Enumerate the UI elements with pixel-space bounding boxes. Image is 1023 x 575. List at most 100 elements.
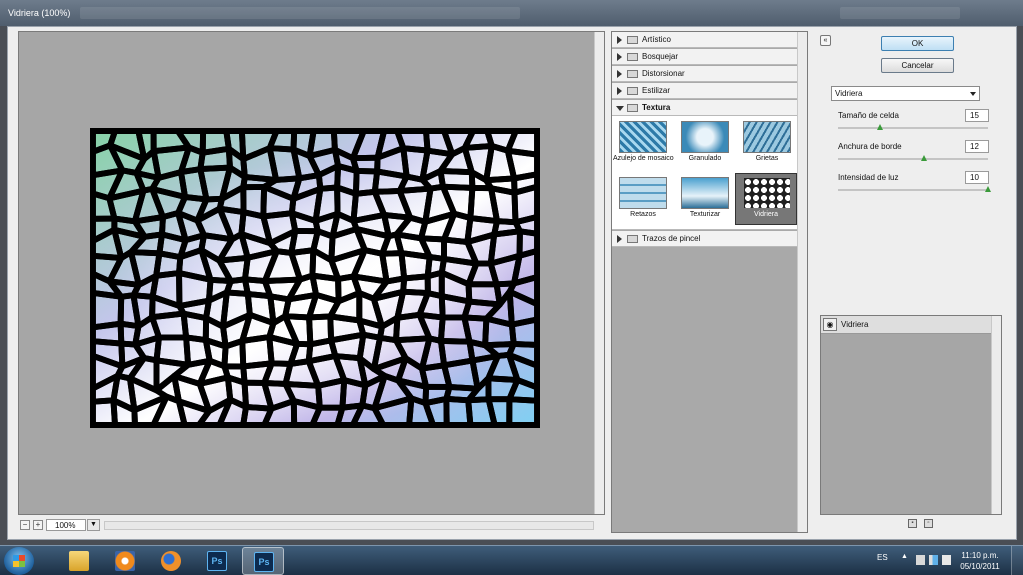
preview-horizontal-scrollbar[interactable] — [104, 521, 594, 530]
category-estilizar[interactable]: Estilizar — [612, 83, 798, 99]
folder-icon — [627, 235, 638, 243]
network-icon[interactable] — [929, 555, 938, 565]
thumbnail-image — [681, 177, 729, 209]
param-value-input[interactable]: 15 — [965, 109, 989, 122]
filter-thumb-azulejo[interactable]: Azulejo de mosaico — [613, 118, 674, 170]
collapse-arrow-icon — [616, 106, 624, 111]
collapse-gallery-button[interactable]: « — [820, 35, 831, 46]
filter-thumb-vidriera[interactable]: Vidriera — [735, 173, 797, 225]
filter-label: Vidriera — [754, 211, 778, 218]
preview-image — [90, 128, 540, 428]
stained-glass-preview — [93, 131, 537, 425]
category-label: Artístico — [642, 35, 671, 44]
volume-icon[interactable] — [942, 555, 951, 565]
expand-arrow-icon — [617, 235, 622, 243]
layers-vertical-scrollbar[interactable] — [991, 316, 1001, 514]
flag-icon[interactable] — [916, 555, 925, 565]
category-label: Estilizar — [642, 86, 671, 95]
filter-gallery: Artístico Bosquejar Distorsionar Estiliz… — [611, 31, 808, 533]
windows-taskbar: Ps Ps ES ▲ 11:10 p.m. 05/10/2011 — [0, 545, 1023, 575]
param-value-input[interactable]: 12 — [965, 140, 989, 153]
expand-arrow-icon — [617, 87, 622, 95]
category-label: Distorsionar — [642, 69, 685, 78]
folder-icon — [69, 551, 89, 571]
param-label: Tamaño de celda — [838, 111, 899, 120]
taskbar-app-photoshop-active[interactable]: Ps — [242, 547, 284, 575]
firefox-icon — [161, 551, 181, 571]
param-slider-track[interactable] — [838, 158, 988, 160]
eye-icon[interactable]: ◉ — [823, 318, 837, 331]
param-label: Intensidad de luz — [838, 173, 899, 182]
taskbar-app-photoshop[interactable]: Ps — [196, 547, 238, 575]
category-artistico[interactable]: Artístico — [612, 32, 798, 48]
effect-layer-row[interactable]: ◉ Vidriera — [821, 316, 991, 334]
param-slider-knob[interactable] — [877, 124, 883, 130]
window-title: Vidriera (100%) — [8, 8, 71, 18]
effect-layer-label: Vidriera — [841, 320, 869, 329]
category-bosquejar[interactable]: Bosquejar — [612, 49, 798, 65]
start-button[interactable] — [4, 547, 34, 575]
thumbnail-image — [681, 121, 729, 153]
folder-icon — [627, 87, 638, 95]
filter-label: Granulado — [688, 155, 722, 162]
media-player-icon — [115, 551, 135, 571]
menubar-ghost-right — [840, 7, 960, 19]
expand-arrow-icon — [617, 70, 622, 78]
thumbnail-image — [743, 177, 791, 209]
photoshop-icon: Ps — [207, 551, 227, 571]
filter-thumb-grietas[interactable]: Grietas — [737, 118, 797, 170]
filter-thumb-granulado[interactable]: Granulado — [675, 118, 735, 170]
filter-select[interactable]: Vidriera — [831, 86, 980, 101]
tray-expand-icon[interactable]: ▲ — [901, 553, 908, 560]
category-distorsionar[interactable]: Distorsionar — [612, 66, 798, 82]
menubar-ghost — [80, 7, 520, 19]
filter-thumb-texturizar[interactable]: Texturizar — [675, 174, 735, 226]
taskbar-app-media-player[interactable] — [104, 547, 146, 575]
new-effect-layer-icon[interactable]: ▪ — [908, 519, 917, 528]
taskbar-app-firefox[interactable] — [150, 547, 192, 575]
filter-label: Grietas — [755, 155, 779, 162]
settings-panel: « OK Cancelar Vidriera Tamaño de celda 1… — [816, 31, 1012, 537]
filter-label: Azulejo de mosaico — [613, 155, 674, 162]
ok-button[interactable]: OK — [881, 36, 954, 51]
taskbar-app-explorer[interactable] — [58, 547, 100, 575]
zoom-bar: − + 100% ▼ — [18, 517, 605, 533]
window-titlebar: Vidriera (100%) — [0, 0, 1023, 26]
chevron-down-icon — [970, 92, 976, 96]
zoom-level-field[interactable]: 100% — [46, 519, 86, 531]
expand-arrow-icon — [617, 36, 622, 44]
category-label: Bosquejar — [642, 52, 679, 61]
param-value-input[interactable]: 10 — [965, 171, 989, 184]
param-slider-track[interactable] — [838, 127, 988, 129]
filter-thumb-retazos[interactable]: Retazos — [613, 174, 673, 226]
thumbnail-image — [619, 177, 667, 209]
system-clock[interactable]: 11:10 p.m. 05/10/2011 — [955, 550, 1005, 572]
filter-label: Texturizar — [689, 211, 721, 218]
folder-icon — [627, 36, 638, 44]
category-trazos-de-pincel[interactable]: Trazos de pincel — [612, 231, 798, 247]
preview-area — [18, 31, 605, 515]
thumbnail-image — [619, 121, 667, 153]
thumbnail-image — [743, 121, 791, 153]
effect-layers-list: ◉ Vidriera — [820, 315, 1002, 515]
zoom-out-button[interactable]: − — [20, 520, 30, 530]
param-slider-knob[interactable] — [985, 186, 991, 192]
expand-arrow-icon — [617, 53, 622, 61]
preview-vertical-scrollbar[interactable] — [594, 32, 604, 514]
gallery-vertical-scrollbar[interactable] — [797, 32, 807, 532]
show-desktop-button[interactable] — [1011, 546, 1023, 575]
trash-icon[interactable]: ▫ — [924, 519, 933, 528]
cancel-button[interactable]: Cancelar — [881, 58, 954, 73]
clock-time: 11:10 p.m. — [961, 551, 999, 560]
param-slider-knob[interactable] — [920, 155, 927, 161]
filter-label: Retazos — [630, 211, 656, 218]
param-slider-track[interactable] — [838, 189, 988, 191]
category-label: Trazos de pincel — [642, 234, 701, 243]
language-indicator[interactable]: ES — [877, 553, 888, 562]
photoshop-icon: Ps — [254, 552, 274, 572]
folder-icon — [627, 70, 638, 78]
category-textura[interactable]: Textura — [612, 100, 798, 116]
zoom-in-button[interactable]: + — [33, 520, 43, 530]
filter-gallery-dialog: − + 100% ▼ Artístico Bosquejar Distorsio… — [7, 26, 1017, 540]
zoom-dropdown-button[interactable]: ▼ — [87, 519, 100, 531]
